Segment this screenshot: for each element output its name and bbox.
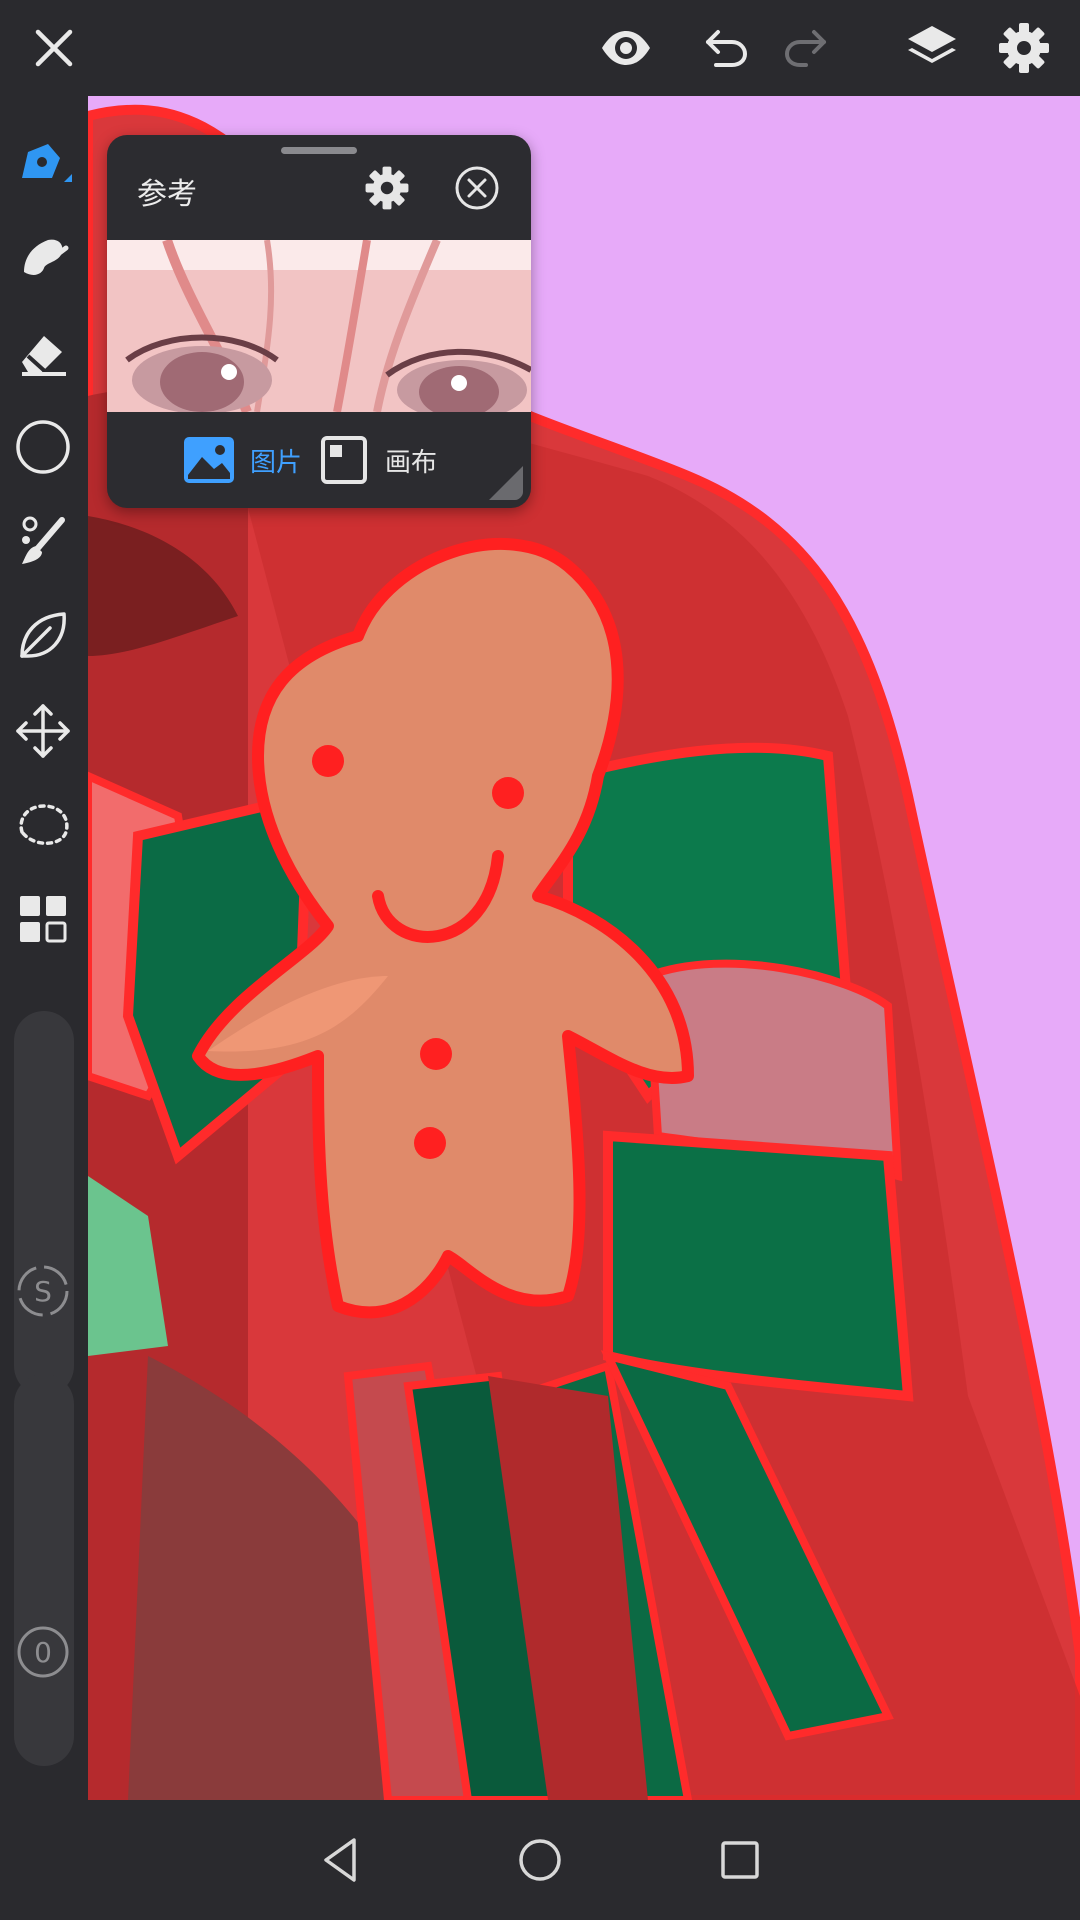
redo-icon[interactable] [772, 14, 840, 82]
tool-sidebar: S 0 [0, 96, 88, 1800]
svg-text:0: 0 [34, 1636, 52, 1669]
svg-text:S: S [34, 1275, 52, 1308]
back-triangle-icon[interactable] [310, 1830, 370, 1890]
circle-shape-icon[interactable] [8, 412, 78, 482]
reference-title: 参考 [137, 177, 197, 212]
brush-size-slider[interactable] [14, 1011, 74, 1396]
pen-icon[interactable] [8, 128, 78, 198]
undo-icon[interactable] [692, 14, 760, 82]
gear-icon[interactable] [990, 14, 1058, 82]
home-circle-icon[interactable] [510, 1830, 570, 1890]
image-icon [184, 437, 234, 483]
eye-icon[interactable] [592, 14, 660, 82]
reference-close-icon[interactable] [452, 163, 502, 213]
tab-image[interactable]: 图片 [182, 433, 302, 487]
layers-icon[interactable] [898, 14, 966, 82]
reference-image[interactable] [107, 240, 531, 412]
tab-image-label: 图片 [250, 447, 303, 478]
move-icon[interactable] [8, 696, 78, 766]
canvas-icon [321, 436, 367, 484]
top-toolbar [0, 0, 1080, 96]
reference-panel[interactable]: 参考 图片 画布 [107, 135, 531, 508]
system-nav-bar [0, 1800, 1080, 1920]
size-badge: S [16, 1264, 70, 1318]
resize-handle-icon[interactable] [487, 464, 525, 502]
opacity-badge: 0 [16, 1625, 70, 1679]
opacity-slider[interactable] [14, 1374, 74, 1766]
reference-settings-icon[interactable] [362, 163, 412, 213]
recents-square-icon[interactable] [710, 1830, 770, 1890]
tab-canvas[interactable]: 画布 [317, 433, 437, 487]
grid-icon[interactable] [8, 884, 78, 954]
smudge-icon[interactable] [8, 222, 78, 292]
drag-handle[interactable] [281, 147, 357, 154]
leaf-icon[interactable] [8, 600, 78, 670]
brush-icon[interactable] [8, 506, 78, 576]
close-icon[interactable] [20, 14, 88, 82]
lasso-icon[interactable] [8, 790, 78, 860]
eraser-icon[interactable] [8, 318, 78, 388]
tab-canvas-label: 画布 [385, 447, 438, 478]
